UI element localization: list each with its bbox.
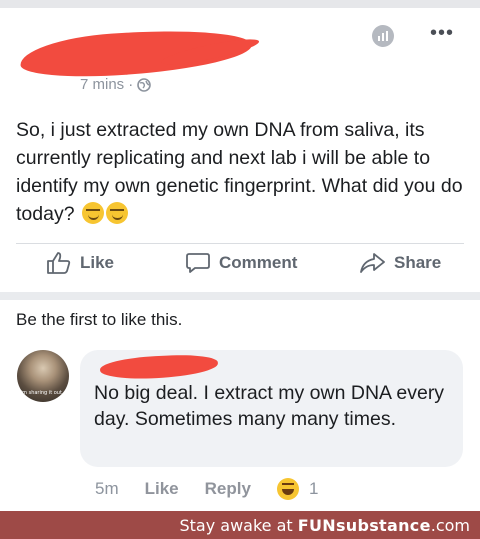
laugh-emoji-icon[interactable] [276,478,299,500]
comment-label: Comment [219,253,298,272]
watermark-brand: FUNsubstance [297,516,431,535]
smirk-emoji-icon [81,202,104,224]
meta-separator: · [128,76,134,93]
comment-time[interactable]: 5m [95,479,119,499]
more-options-icon[interactable]: ••• [430,23,454,43]
share-icon [360,253,385,273]
section-separator [0,292,480,300]
comment-button[interactable]: Comment [185,251,297,275]
comment-like-link[interactable]: Like [145,479,179,499]
share-label: Share [394,253,442,272]
reaction-count[interactable]: 1 [309,479,318,499]
watermark-bar: Stay awake at FUNsubstance.com [0,511,480,539]
avatar-caption: I'm sharing it out... [19,390,67,396]
post-meta: 7 mins · [80,76,151,93]
comment-icon [186,253,210,273]
comment-text: No big deal. I extract my own DNA every … [94,382,445,430]
post-actions: Like Comment Share [0,243,480,287]
like-button[interactable]: Like [46,251,114,275]
comment-reply-link[interactable]: Reply [205,479,251,499]
like-label: Like [80,253,115,272]
bar-chart-icon [378,31,388,41]
top-strip [0,0,480,8]
smirk-emoji-icon [105,202,128,224]
commenter-avatar[interactable]: I'm sharing it out... [17,350,69,402]
post-header: ••• [0,8,480,108]
likes-prompt: Be the first to like this. [16,310,183,329]
watermark-text: Stay awake at FUNsubstance.com [179,516,470,535]
comment-meta: 5m Like Reply 1 [95,478,318,500]
watermark-suffix: .com [430,516,470,535]
redacted-author-name [18,23,254,83]
insights-icon[interactable] [372,25,394,47]
post-text: So, i just extracted my own DNA from sal… [16,116,468,228]
post-time[interactable]: 7 mins [80,76,124,93]
share-button[interactable]: Share [358,251,441,275]
watermark-prefix: Stay awake at [179,516,298,535]
thumbs-up-icon [47,252,71,274]
globe-icon [137,77,151,92]
